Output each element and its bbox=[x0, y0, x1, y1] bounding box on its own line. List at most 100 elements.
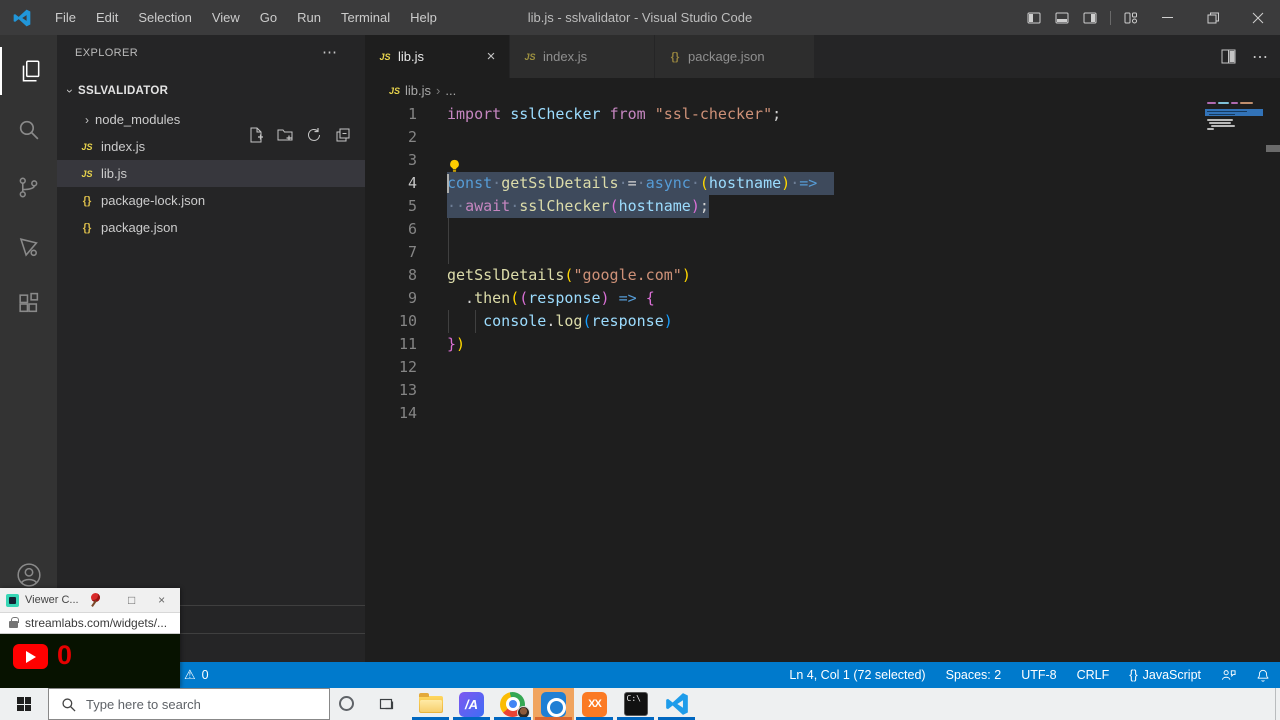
tab-index.js[interactable]: JSindex.js bbox=[510, 35, 655, 78]
code-line-7[interactable]: 7 bbox=[365, 241, 1280, 264]
code-line-14[interactable]: 14 bbox=[365, 402, 1280, 425]
tab-lib.js[interactable]: JSlib.js× bbox=[365, 35, 510, 78]
eol-status[interactable]: CRLF bbox=[1077, 668, 1110, 682]
taskbar-file-explorer[interactable] bbox=[410, 688, 451, 720]
menu-help[interactable]: Help bbox=[400, 0, 447, 35]
customize-layout-icon[interactable] bbox=[1117, 0, 1145, 35]
file-item-package-lock.json[interactable]: {} package-lock.json bbox=[57, 187, 365, 214]
cortana-icon[interactable] bbox=[339, 696, 354, 711]
feedback-icon[interactable] bbox=[1221, 668, 1236, 683]
code-lines[interactable]: 1import sslChecker from "ssl-checker";23… bbox=[365, 103, 1280, 425]
menu-terminal[interactable]: Terminal bbox=[331, 0, 400, 35]
source-control-icon[interactable] bbox=[0, 163, 57, 211]
language-status[interactable]: {} JavaScript bbox=[1129, 668, 1201, 682]
file-list: ›node_modulesJSindex.jsJSlib.js{}package… bbox=[57, 106, 365, 241]
line-number: 11 bbox=[365, 333, 417, 356]
file-name: package.json bbox=[101, 220, 178, 235]
cursor-position-status[interactable]: Ln 4, Col 1 (72 selected) bbox=[789, 668, 925, 682]
json-file-icon: {} bbox=[79, 195, 95, 207]
menu-go[interactable]: Go bbox=[250, 0, 287, 35]
close-tab-icon[interactable]: × bbox=[483, 48, 499, 65]
code-line-13[interactable]: 13 bbox=[365, 379, 1280, 402]
file-item-package.json[interactable]: {} package.json bbox=[57, 214, 365, 241]
code-line-8[interactable]: 8getSslDetails("google.com") bbox=[365, 264, 1280, 287]
line-number: 4 bbox=[365, 172, 417, 195]
split-editor-icon[interactable] bbox=[1221, 49, 1236, 64]
code-line-11[interactable]: 11}) bbox=[365, 333, 1280, 356]
search-icon[interactable] bbox=[0, 105, 57, 153]
restore-button[interactable] bbox=[1190, 0, 1235, 35]
lock-icon bbox=[9, 621, 18, 628]
line-number: 14 bbox=[365, 402, 417, 425]
file-explorer-icon bbox=[419, 696, 443, 713]
show-desktop-button[interactable] bbox=[1275, 688, 1280, 720]
toggle-panel-icon[interactable] bbox=[1048, 0, 1076, 35]
code-line-1[interactable]: 1import sslChecker from "ssl-checker"; bbox=[365, 103, 1280, 126]
scrollbar-selection-marker[interactable] bbox=[1266, 145, 1280, 152]
pin-icon[interactable] bbox=[89, 593, 103, 607]
taskbar-streamlabs[interactable] bbox=[533, 688, 574, 720]
code-line-12[interactable]: 12 bbox=[365, 356, 1280, 379]
minimize-button[interactable] bbox=[1145, 0, 1190, 35]
code-line-10[interactable]: 10 console.log(response) bbox=[365, 310, 1280, 333]
file-name: package-lock.json bbox=[101, 193, 205, 208]
extensions-icon[interactable] bbox=[0, 279, 57, 327]
menu-run[interactable]: Run bbox=[287, 0, 331, 35]
code-line-3[interactable]: 3 bbox=[365, 149, 1280, 172]
close-button[interactable] bbox=[1235, 0, 1280, 35]
windows-taskbar: Type here to search /A XX C:\ bbox=[0, 688, 1280, 720]
indentation-status[interactable]: Spaces: 2 bbox=[946, 668, 1002, 682]
code-line-9[interactable]: 9 .then((response) => { bbox=[365, 287, 1280, 310]
line-number: 2 bbox=[365, 126, 417, 149]
tab-package.json[interactable]: {}package.json bbox=[655, 35, 815, 78]
menubar: FileEditSelectionViewGoRunTerminalHelp bbox=[45, 0, 447, 35]
code-line-5[interactable]: 5··await·sslChecker(hostname); bbox=[365, 195, 1280, 218]
js-file-icon: JS bbox=[79, 169, 95, 179]
explorer-actions-icon[interactable]: ⋯ bbox=[322, 43, 337, 61]
task-view-icon[interactable] bbox=[378, 696, 394, 712]
encoding-status[interactable]: UTF-8 bbox=[1021, 668, 1056, 682]
minimap[interactable] bbox=[1205, 100, 1265, 170]
taskbar-search-input[interactable]: Type here to search bbox=[48, 688, 330, 720]
xampp-icon: XX bbox=[582, 692, 607, 717]
code-line-4[interactable]: 4const·getSslDetails·=·async·(hostname)·… bbox=[365, 172, 1280, 195]
json-file-icon: {} bbox=[79, 222, 95, 234]
notifications-bell-icon[interactable] bbox=[1256, 668, 1270, 683]
menu-edit[interactable]: Edit bbox=[86, 0, 128, 35]
taskbar-command-prompt[interactable]: C:\ bbox=[615, 688, 656, 720]
folder-section-sslvalidator[interactable]: › SSLVALIDATOR bbox=[57, 79, 365, 103]
code-line-6[interactable]: 6 bbox=[365, 218, 1280, 241]
overlay-close-button[interactable]: × bbox=[147, 593, 177, 607]
toggle-sidebar-icon[interactable] bbox=[1020, 0, 1048, 35]
menu-file[interactable]: File bbox=[45, 0, 86, 35]
viewer-count-window[interactable]: Viewer C... □ × streamlabs.com/widgets/.… bbox=[0, 588, 180, 688]
taskbar-xampp[interactable]: XX bbox=[574, 688, 615, 720]
vscode-taskbar-icon bbox=[664, 691, 690, 717]
menu-view[interactable]: View bbox=[202, 0, 250, 35]
breadcrumb-file[interactable]: lib.js bbox=[405, 83, 431, 98]
breadcrumb[interactable]: JS lib.js › ... bbox=[365, 78, 1280, 103]
code-line-2[interactable]: 2 bbox=[365, 126, 1280, 149]
taskbar-app-a[interactable]: /A bbox=[451, 688, 492, 720]
menu-selection[interactable]: Selection bbox=[128, 0, 201, 35]
titlebar-separator bbox=[1110, 11, 1111, 25]
overlay-url[interactable]: streamlabs.com/widgets/... bbox=[25, 616, 167, 630]
file-item-node_modules[interactable]: ›node_modules bbox=[57, 106, 365, 133]
file-item-index.js[interactable]: JSindex.js bbox=[57, 133, 365, 160]
explorer-icon[interactable] bbox=[0, 47, 57, 95]
line-number: 9 bbox=[365, 287, 417, 310]
app-a-icon: /A bbox=[459, 692, 484, 717]
breadcrumb-more[interactable]: ... bbox=[445, 83, 456, 98]
taskbar-vscode[interactable] bbox=[656, 688, 697, 720]
more-actions-icon[interactable]: ⋯ bbox=[1252, 47, 1268, 67]
viewer-count-titlebar[interactable]: Viewer C... □ × bbox=[0, 588, 180, 612]
toggle-secondary-sidebar-icon[interactable] bbox=[1076, 0, 1104, 35]
overlay-address-bar[interactable]: streamlabs.com/widgets/... bbox=[0, 612, 180, 634]
taskbar-chrome[interactable] bbox=[492, 688, 533, 720]
indent-guide bbox=[475, 310, 476, 333]
file-item-lib.js[interactable]: JSlib.js bbox=[57, 160, 365, 187]
file-name: index.js bbox=[101, 139, 145, 154]
start-button[interactable] bbox=[0, 688, 48, 720]
overlay-maximize-button[interactable]: □ bbox=[117, 593, 147, 607]
run-and-debug-icon[interactable] bbox=[0, 221, 57, 269]
